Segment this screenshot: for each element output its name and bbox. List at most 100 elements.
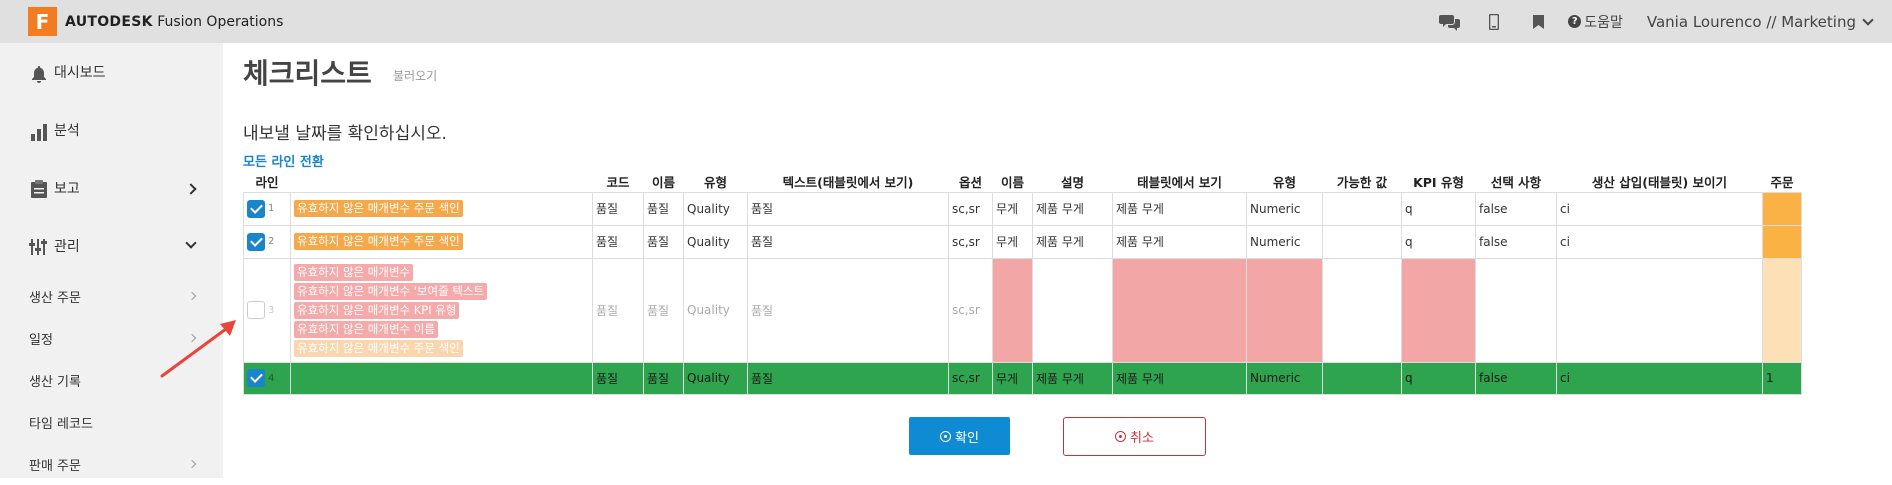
name-cell: 품질	[643, 191, 684, 226]
toggle-all-lines-link[interactable]: 모든 라인 전환	[243, 151, 324, 170]
sidebar-subitem-sales-orders[interactable]: 판매 주문	[0, 443, 223, 485]
text-cell: 품질	[747, 257, 949, 363]
param-name-cell: 무게	[992, 224, 1033, 259]
errors-cell: 유효하지 않은 매개변수 유효하지 않은 매개변수 '보여줄 텍스트 유효하지 …	[290, 257, 593, 363]
optional-cell	[1475, 257, 1557, 363]
fusion-logo-icon[interactable]: F	[28, 7, 57, 36]
col-header: 이름	[643, 172, 684, 192]
col-header: 라인	[243, 172, 291, 192]
col-header: 이름	[992, 172, 1033, 192]
sidebar-item-label: 보고	[54, 181, 80, 197]
kpi-type-cell: q	[1401, 191, 1476, 226]
text-cell: 품질	[747, 224, 949, 259]
errors-cell: 유효하지 않은 매개변수 주문 색인	[290, 224, 593, 259]
cancel-button[interactable]: 취소	[1063, 417, 1206, 456]
cancel-label: 취소	[1130, 430, 1154, 445]
col-header: 유형	[683, 172, 748, 192]
options-cell: sc,sr	[948, 257, 993, 363]
type-cell: Quality	[683, 257, 748, 363]
chevron-down-icon	[1862, 13, 1874, 26]
sidebar-subitem-label: 생산 기록	[29, 374, 81, 390]
chat-icon[interactable]	[1428, 0, 1472, 43]
import-table: 라인 코드 이름 유형 텍스트(태블릿에서 보기) 옵션 이름 설명 태블릿에서…	[243, 172, 1802, 395]
code-cell: 품질	[592, 361, 644, 395]
order-cell	[1762, 191, 1802, 226]
chevron-right-icon	[185, 183, 197, 195]
error-badge: 유효하지 않은 매개변수 주문 색인	[294, 200, 463, 217]
sidebar-item-label: 관리	[54, 239, 80, 255]
line-number: 4	[268, 372, 275, 384]
sidebar-item-label: 대시보드	[54, 65, 106, 81]
code-cell: 품질	[592, 257, 644, 363]
param-type-cell	[1246, 257, 1323, 363]
error-badge: 유효하지 않은 매개변수 KPI 유형	[294, 301, 460, 319]
bookmark-icon[interactable]	[1516, 0, 1560, 43]
line-number: 1	[268, 203, 275, 214]
line-cell: 3	[243, 257, 291, 363]
error-badge: 유효하지 않은 매개변수 '보여줄 텍스트	[294, 282, 488, 300]
bell-icon	[28, 61, 50, 83]
brand-rest: Fusion Operations	[152, 13, 284, 30]
sidebar-subitem-label: 타임 레코드	[29, 416, 93, 432]
table-row: 4 품질 품질 Quality 품질 sc,sr 무게 제품 무게 제품 무게 …	[243, 361, 1802, 395]
text-cell: 품질	[747, 191, 949, 226]
user-label: Vania Lourenco // Marketing	[1646, 12, 1856, 31]
sidebar-item-analysis[interactable]: 분석	[0, 101, 223, 159]
sidebar-item-management[interactable]: 관리	[0, 217, 223, 275]
col-header: 태블릿에서 보기	[1112, 172, 1247, 192]
description-cell	[1032, 257, 1113, 363]
param-type-cell: Numeric	[1246, 361, 1323, 395]
sidebar-subitem-time-records[interactable]: 타임 레코드	[0, 401, 223, 443]
tablet-view-cell: 제품 무게	[1112, 224, 1247, 259]
kpi-type-cell	[1401, 257, 1476, 363]
line-checkbox[interactable]	[247, 232, 265, 251]
description-cell: 제품 무게	[1032, 191, 1113, 226]
options-cell: sc,sr	[948, 224, 993, 259]
table-row: 1 유효하지 않은 매개변수 주문 색인 품질 품질 Quality 품질 sc…	[243, 191, 1802, 226]
error-badge: 유효하지 않은 매개변수	[294, 263, 414, 281]
col-header: 설명	[1032, 172, 1113, 192]
name-cell: 품질	[643, 224, 684, 259]
param-name-cell: 무게	[992, 191, 1033, 226]
help-label: 도움말	[1584, 14, 1623, 31]
code-cell: 품질	[592, 224, 644, 259]
mobile-icon[interactable]	[1472, 0, 1516, 43]
top-right-toolbar: ? 도움말 Vania Lourenco // Marketing	[1428, 0, 1874, 43]
optional-cell: false	[1475, 224, 1557, 259]
text-cell: 품질	[747, 361, 949, 395]
order-cell: 1	[1762, 361, 1802, 395]
param-type-cell: Numeric	[1246, 191, 1323, 226]
confirm-instruction: 내보낼 날짜를 확인하십시오.	[243, 124, 447, 144]
order-cell	[1762, 224, 1802, 259]
chevron-right-icon	[187, 291, 197, 301]
optional-cell: false	[1475, 191, 1557, 226]
col-header: KPI 유형	[1401, 172, 1476, 192]
param-name-cell: 무게	[992, 361, 1033, 395]
type-cell: Quality	[683, 361, 748, 395]
errors-cell: 유효하지 않은 매개변수 주문 색인	[290, 191, 593, 226]
sidebar-item-reports[interactable]: 보고	[0, 159, 223, 217]
top-bar: F AUTODESK Fusion Operations ? 도움말 Vania…	[0, 0, 1892, 43]
sidebar-subitem-label: 판매 주문	[29, 458, 81, 474]
circle-dot-icon	[1115, 431, 1127, 442]
user-menu[interactable]: Vania Lourenco // Marketing	[1646, 12, 1874, 31]
confirm-label: 확인	[955, 429, 979, 445]
description-cell: 제품 무게	[1032, 224, 1113, 259]
sidebar-item-dashboard[interactable]: 대시보드	[0, 43, 223, 101]
clipboard-icon	[28, 177, 50, 199]
help-link[interactable]: ? 도움말	[1568, 12, 1623, 32]
line-checkbox[interactable]	[247, 199, 265, 218]
kpi-type-cell: q	[1401, 361, 1476, 395]
col-header: 유형	[1246, 172, 1323, 192]
chevron-down-icon	[185, 237, 197, 249]
tablet-view-cell	[1112, 257, 1247, 363]
line-number: 3	[268, 304, 275, 316]
code-cell: 품질	[592, 191, 644, 226]
sidebar-subitem-label: 일정	[29, 332, 53, 348]
possible-values-cell	[1322, 224, 1402, 259]
order-cell	[1762, 257, 1802, 363]
confirm-button[interactable]: 확인	[909, 417, 1010, 455]
col-header: 코드	[592, 172, 644, 192]
name-cell: 품질	[643, 361, 684, 395]
col-header: 텍스트(태블릿에서 보기)	[747, 172, 949, 192]
